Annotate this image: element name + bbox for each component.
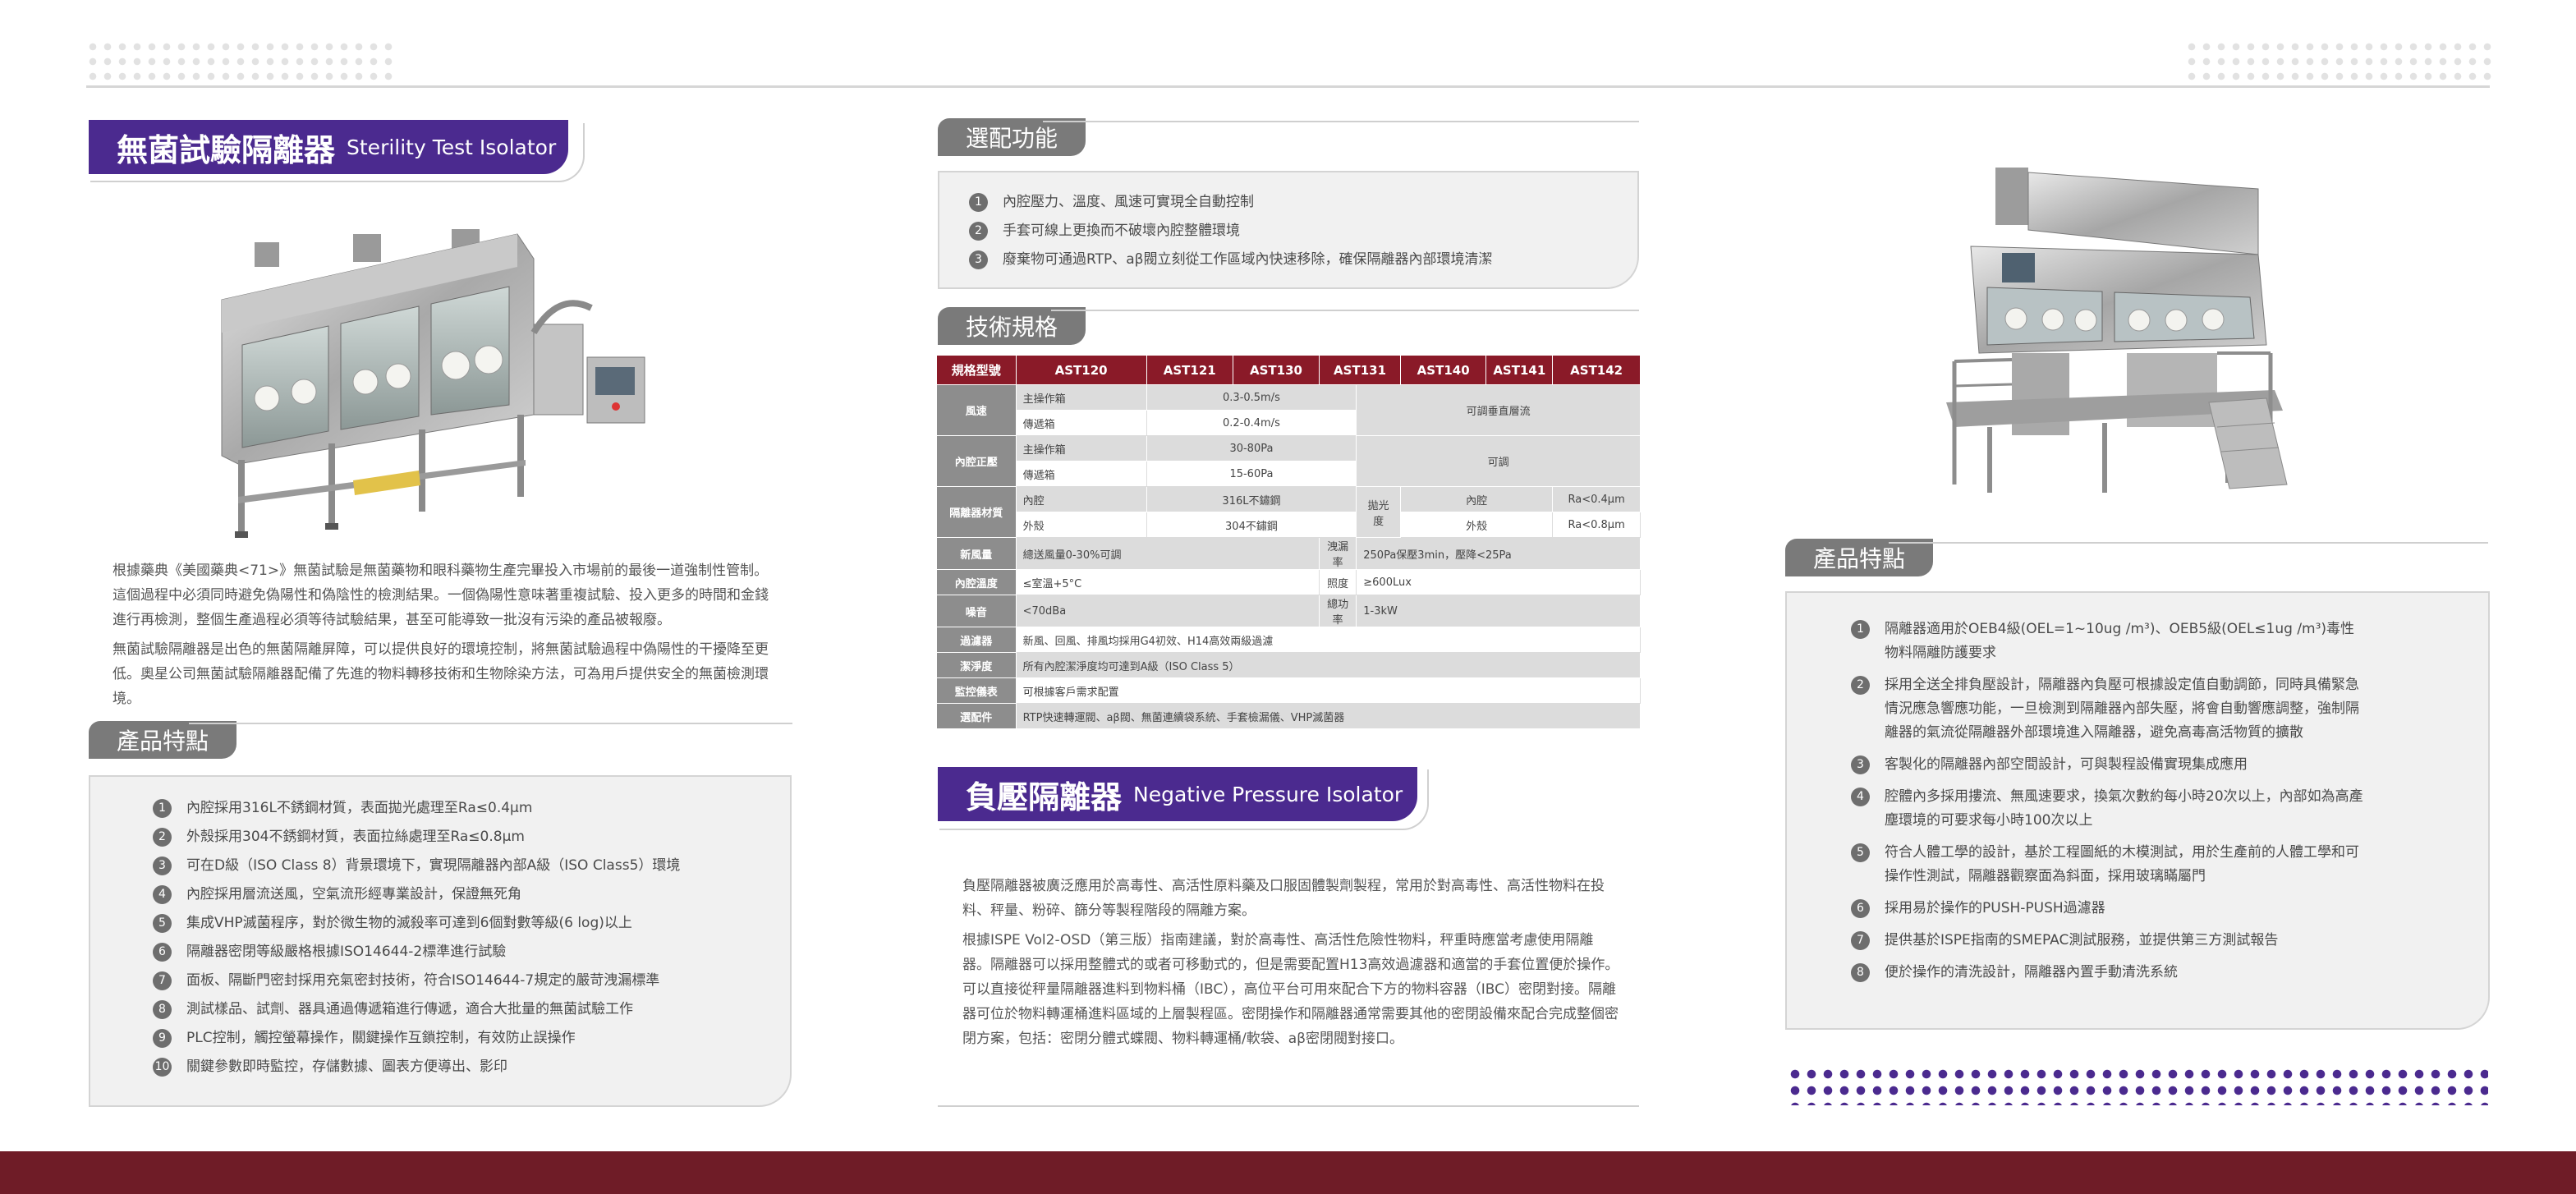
spec-tag: 技術規格	[938, 307, 1086, 345]
spec-row-temperature: 內腔溫度 ≤室溫+5°C 照度 ≥600Lux	[936, 569, 1641, 595]
feature-item: 1 內腔採用316L不銹鋼材質，表面拋光處理至Ra≤0.4μm	[153, 797, 777, 820]
feature-item: 6 隔離器密閉等級嚴格根據ISO14644-2標準進行試驗	[153, 940, 777, 964]
decorative-dots-top-left	[85, 39, 393, 80]
feature-item: 3 客製化的隔離器內部空間設計，可與製程設備實現集成應用	[1851, 753, 2368, 777]
feature-item: 5 符合人體工學的設計，基於工程圖紙的木模測試，用於生產前的人體工學和可操作性測試…	[1851, 841, 2368, 889]
sterility-title-zh: 無菌試驗隔離器	[117, 131, 336, 168]
negative-isolator-image	[1938, 156, 2291, 501]
feature-item: 6 採用易於操作的PUSH-PUSH過濾器	[1851, 897, 2368, 921]
top-divider	[86, 85, 2490, 88]
feature-item: 10 關鍵參數即時監控，存儲數據、圖表方便導出、影印	[153, 1055, 777, 1079]
feature-item: 2 外殼採用304不銹鋼材質，表面拉絲處理至Ra≤0.8μm	[153, 825, 777, 849]
negative-features-tagline	[1889, 542, 2488, 544]
feature-item: 4 腔體內多採用摟流、無風速要求，換氣次數約每小時20次以上，內部如為高產塵環境的…	[1851, 785, 2368, 833]
footer-bar	[0, 1151, 2576, 1194]
negative-features-list: 1 隔離器適用於OEB4級(OEL=1~10ug /m³)、OEB5級(OEL≤1…	[1851, 618, 2368, 985]
spec-row-material: 隔離器材質 內腔 316L不鏽鋼 拋光度 內腔 Ra<0.4μm	[936, 486, 1641, 538]
spec-row-wind: 風速 主操作箱 0.3-0.5m/s 可調垂直層流	[936, 384, 1641, 436]
spec-row-pressure: 內腔正壓 主操作箱 30-80Pa 可調	[936, 435, 1641, 487]
sterility-paragraph-1: 根據藥典《美國藥典<71>》無菌試驗是無菌藥物和眼科藥物生產完畢投入市場前的最後…	[112, 563, 769, 628]
sterility-features-tag: 產品特點	[89, 721, 237, 759]
sterility-isolator-image	[205, 209, 657, 554]
feature-item: 5 集成VHP滅菌程序，對於微生物的滅殺率可達到6個對數等級(6 log)以上	[153, 912, 777, 935]
option-item: 1 內腔壓力、溫度、風速可實現全自動控制	[969, 191, 1626, 214]
spec-row-noise: 噪音 <70dBa 總功率 1-3kW	[936, 595, 1641, 627]
feature-item: 8 測試樣品、試劑、器具通過傳遞箱進行傳遞，適合大批量的無菌試驗工作	[153, 998, 777, 1022]
negative-title-banner: 負壓隔離器 Negative Pressure Isolator	[938, 767, 1417, 821]
spec-row-accessories: 選配件 RTP快速轉運閥、aβ閥、無菌連續袋系統、手套檢漏儀、VHP滅菌器	[936, 703, 1642, 729]
decorative-dots-purple	[1787, 1066, 2488, 1105]
spec-table: 規格型號 AST120 AST121 AST130 AST131 AST140 …	[936, 355, 1642, 729]
sterility-features-list: 1 內腔採用316L不銹鋼材質，表面拋光處理至Ra≤0.4μm 2 外殼採用304不…	[153, 797, 777, 1079]
sterility-features-box: 1 內腔採用316L不銹鋼材質，表面拋光處理至Ra≤0.4μm 2 外殼採用304不…	[89, 775, 792, 1107]
feature-item: 7 面板、隔斷門密封採用充氣密封技術，符合ISO14644-7規定的嚴苛洩漏標準	[153, 969, 777, 993]
spec-row-fresh-air: 新風量 總送風量0-30%可調 洩漏率 250Pa保壓3min，壓降<25Pa	[936, 537, 1641, 570]
feature-item: 2 採用全送全排負壓設計，隔離器內負壓可根據設定值自動調節，同時具備緊急情況應急響…	[1851, 673, 2368, 745]
feature-item: 1 隔離器適用於OEB4級(OEL=1~10ug /m³)、OEB5級(OEL≤1…	[1851, 618, 2368, 665]
negative-title-zh: 負壓隔離器	[966, 778, 1123, 815]
negative-paragraph-1: 負壓隔離器被廣泛應用於高毒性、高活性原料藥及口服固體製劑製程，常用於對高毒性、高…	[962, 878, 1605, 919]
feature-item: 9 PLC控制，觸控螢幕操作，關鍵操作互鎖控制，有效防止誤操作	[153, 1026, 777, 1050]
options-list: 1 內腔壓力、溫度、風速可實現全自動控制 2 手套可線上更換而不破壞內腔整體環境 3…	[969, 191, 1626, 272]
options-tag: 選配功能	[938, 118, 1086, 156]
negative-bottom-line	[938, 1105, 1639, 1107]
sterility-features-tagline	[189, 723, 792, 724]
negative-description: 負壓隔離器被廣泛應用於高毒性、高活性原料藥及口服固體製劑製程，常用於對高毒性、高…	[962, 874, 1619, 1053]
negative-isolator-illustration	[1946, 168, 2288, 493]
feature-item: 7 提供基於ISPE指南的SMEPAC測試服務，並提供第三方測試報告	[1851, 929, 2368, 953]
sterility-paragraph-2: 無菌試驗隔離器是出色的無菌隔離屏障，可以提供良好的環境控制，將無菌試驗過程中偽陽…	[112, 641, 769, 707]
sterility-description: 根據藥典《美國藥典<71>》無菌試驗是無菌藥物和眼科藥物生產完畢投入市場前的最後…	[112, 558, 769, 713]
option-item: 3 廢棄物可通過RTP、aβ閥立刻從工作區域內快速移除，確保隔離器內部環境清潔	[969, 248, 1626, 272]
spec-row-monitor: 監控儀表 可根據客戶需求配置	[936, 677, 1642, 704]
spec-tagline	[1051, 310, 1639, 311]
spec-row-filter: 過濾器 新風、回風、排風均採用G4初效、H14高效兩級過濾	[936, 627, 1642, 653]
feature-item: 3 可在D級（ISO Class 8）背景環境下，實現隔離器內部A級（ISO Cl…	[153, 854, 777, 878]
negative-paragraph-2: 根據ISPE Vol2-OSD（第三版）指南建議，對於高毒性、高活性危險性物料，…	[962, 932, 1619, 1047]
spec-header-row: 規格型號 AST120 AST121 AST130 AST131 AST140 …	[936, 355, 1641, 385]
sterility-title-banner: 無菌試驗隔離器 Sterility Test Isolator	[89, 120, 568, 174]
options-box: 1 內腔壓力、溫度、風速可實現全自動控制 2 手套可線上更換而不破壞內腔整體環境 3…	[938, 171, 1639, 289]
options-tagline	[1043, 121, 1639, 122]
spec-row-cleanliness: 潔淨度 所有內腔潔淨度均可達到A級（ISO Class 5）	[936, 652, 1642, 678]
decorative-dots-top-right	[2184, 39, 2491, 80]
sterility-title-en: Sterility Test Isolator	[347, 135, 557, 159]
negative-features-box: 1 隔離器適用於OEB4級(OEL=1~10ug /m³)、OEB5級(OEL≤1…	[1785, 591, 2490, 1030]
feature-item: 8 便於操作的清洗設計，隔離器內置手動清洗系統	[1851, 961, 2368, 985]
negative-features-tag: 產品特點	[1785, 539, 1934, 576]
negative-title-en: Negative Pressure Isolator	[1133, 782, 1403, 806]
sterility-isolator-illustration	[221, 229, 645, 538]
option-item: 2 手套可線上更換而不破壞內腔整體環境	[969, 219, 1626, 243]
feature-item: 4 內腔採用層流送風，空氣流形經專業設計，保證無死角	[153, 883, 777, 907]
